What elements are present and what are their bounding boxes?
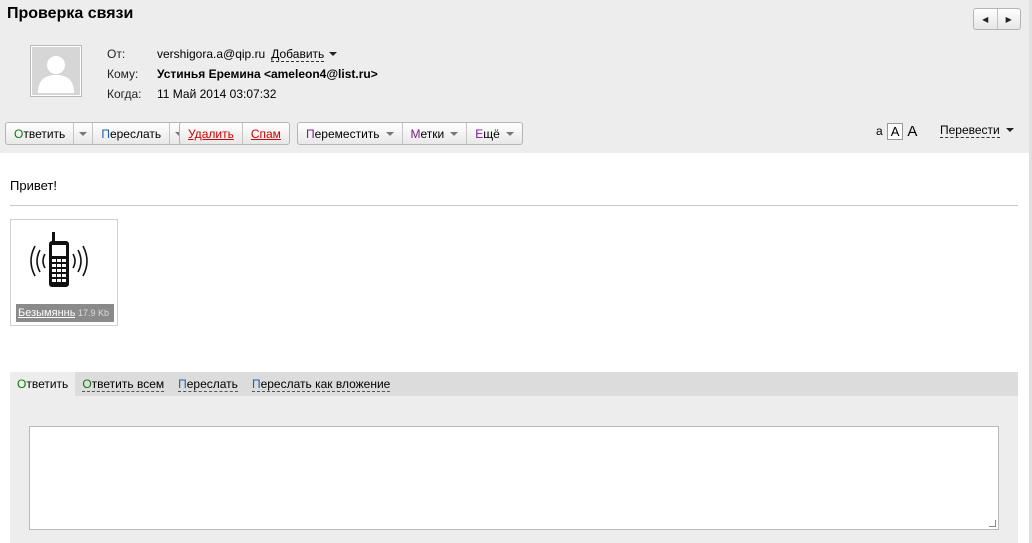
chevron-down-icon — [505, 131, 514, 136]
tab-reply-all[interactable]: Ответить всем — [75, 372, 171, 396]
to-address[interactable]: Устинья Еремина <ameleon4@list.ru> — [157, 67, 378, 81]
default-user-icon — [32, 47, 80, 95]
chevron-down-icon[interactable] — [1006, 128, 1014, 132]
font-size-switcher: a A A — [872, 122, 921, 140]
tab-reply[interactable]: Ответить — [10, 372, 76, 396]
quick-reply-panel: Ответить Ответить всем Переслать Пересла… — [10, 372, 1018, 543]
triangle-right-icon: ▶ — [1005, 14, 1012, 24]
reply-tabs: Ответить Ответить всем Переслать Пересла… — [10, 372, 1018, 396]
next-message-button[interactable]: ▶ — [998, 9, 1021, 29]
font-size-small[interactable]: a — [872, 124, 887, 138]
tab-forward-as-attachment[interactable]: Переслать как вложение — [245, 372, 397, 396]
reply-forward-group: Ответить Переслать — [5, 122, 190, 145]
resize-handle-icon[interactable] — [989, 520, 996, 527]
tab-forward[interactable]: Переслать — [171, 372, 245, 396]
spam-button[interactable]: Спам — [243, 123, 289, 144]
attachment-name[interactable]: Безымянный — [18, 307, 75, 319]
message-body-text: Привет! — [10, 178, 57, 193]
when-label: Когда: — [107, 87, 142, 101]
attachment-thumbnail[interactable]: Безымянный 17.9 Kb — [10, 219, 118, 326]
delete-button[interactable]: Удалить — [180, 123, 243, 144]
attachment-info-bar: Безымянный 17.9 Kb — [16, 304, 114, 322]
to-label: Кому: — [107, 67, 139, 81]
chevron-down-icon — [79, 131, 88, 136]
from-address[interactable]: vershigora.a@qip.ru — [157, 47, 265, 61]
message-header: Проверка связи ◀ ▶ От: vershigora.a@qip.… — [0, 0, 1029, 153]
chevron-down-icon — [385, 131, 394, 136]
reply-button[interactable]: Ответить — [6, 123, 75, 144]
chevron-down-icon — [450, 131, 459, 136]
triangle-left-icon: ◀ — [982, 14, 989, 24]
chevron-down-icon[interactable] — [329, 52, 338, 56]
labels-button[interactable]: Метки — [403, 123, 468, 144]
more-button[interactable]: Ещё — [467, 123, 522, 144]
move-button[interactable]: Переместить — [298, 123, 403, 144]
message-meta: От: vershigora.a@qip.ru Добавить Кому: У… — [107, 44, 378, 104]
translate-link[interactable]: Перевести — [940, 123, 1000, 138]
message-subject: Проверка связи — [7, 5, 134, 22]
font-size-large[interactable]: A — [903, 123, 921, 140]
divider — [10, 205, 1018, 206]
message-nav: ◀ ▶ — [973, 8, 1021, 30]
delete-spam-group: Удалить Спам — [179, 122, 290, 145]
reply-textarea[interactable] — [29, 426, 999, 530]
attachment-size: 17.9 Kb — [78, 308, 110, 318]
from-label: От: — [107, 47, 126, 61]
add-contact-link[interactable]: Добавить — [271, 47, 325, 62]
move-labels-more-group: Переместить Метки Ещё — [297, 122, 523, 145]
reply-dropdown-button[interactable] — [74, 123, 94, 144]
mobile-phone-ringing-icon — [30, 232, 88, 287]
message-date: 11 Май 2014 03:07:32 — [157, 87, 277, 101]
avatar — [30, 45, 82, 97]
prev-message-button[interactable]: ◀ — [974, 9, 998, 29]
forward-button[interactable]: Переслать — [93, 123, 171, 144]
font-size-medium[interactable]: A — [886, 122, 904, 140]
